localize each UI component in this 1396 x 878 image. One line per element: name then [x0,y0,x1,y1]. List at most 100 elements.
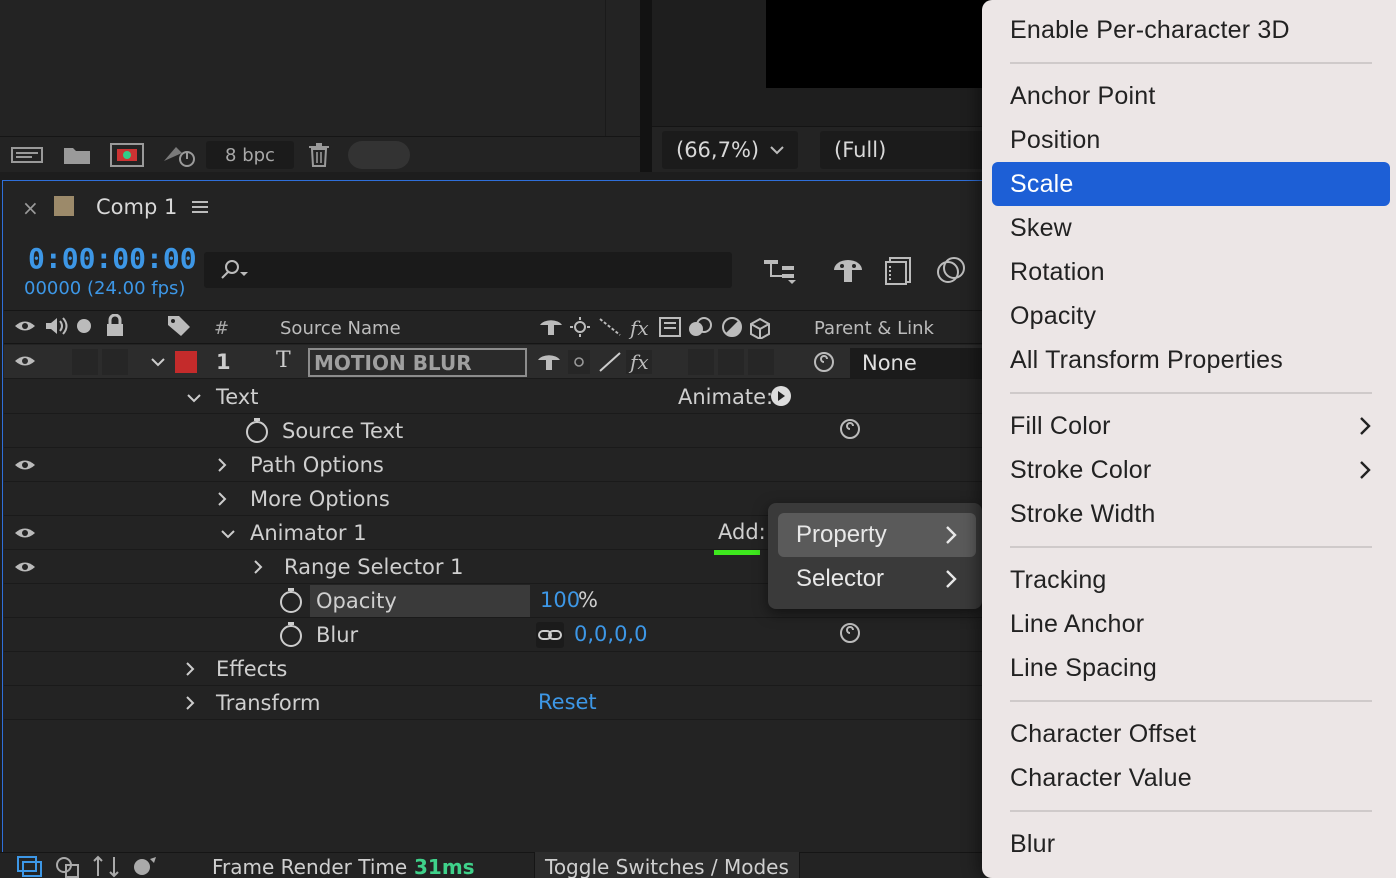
layer-switch-cell[interactable] [718,349,744,375]
menu-item-character-offset[interactable]: Character Offset [992,712,1390,756]
menu-item-fill-color[interactable]: Fill Color [992,404,1390,448]
visibility-eye-icon[interactable] [14,456,36,474]
property-row [4,686,994,720]
blur-value[interactable]: 0,0,0,0 [574,622,647,646]
range-selector-label[interactable]: Range Selector 1 [284,555,464,579]
transform-group-label[interactable]: Transform [216,691,320,715]
flowchart-toggle[interactable] [348,141,410,169]
constrain-link-icon[interactable] [536,622,564,648]
menu-item-enable-per-character-3d[interactable]: Enable Per-character 3D [992,8,1390,52]
effects-group-label[interactable]: Effects [216,657,287,681]
chevron-right-icon[interactable] [184,695,196,711]
layer-switch-cell[interactable] [688,349,714,375]
pick-whip-icon[interactable] [838,621,862,645]
menu-item-blur[interactable]: Blur [992,822,1390,866]
audio-speaker-icon[interactable] [44,315,68,337]
bit-depth-button[interactable]: 8 bpc [206,141,294,169]
transfer-controls-toggle-icon[interactable] [54,855,82,878]
comp-tab-title[interactable]: Comp 1 [96,195,177,219]
frame-blending-icon[interactable] [884,254,916,286]
opacity-value[interactable]: 100 [540,588,580,612]
blur-label[interactable]: Blur [316,623,358,647]
chevron-down-icon[interactable] [220,528,236,540]
close-tab-button[interactable]: × [22,196,39,220]
composition-canvas[interactable] [766,0,996,88]
label-tag-icon[interactable] [166,314,192,338]
parent-dropdown[interactable]: None [850,348,984,378]
layer-visibility-eye-icon[interactable] [14,352,36,370]
visibility-eye-icon[interactable] [14,558,36,576]
layer-switches-toggle-icon[interactable] [14,855,42,878]
add-label[interactable]: Add: [718,520,766,544]
chevron-right-icon[interactable] [216,491,228,507]
render-time-toggle-icon[interactable] [130,855,158,878]
layer-name-field[interactable]: MOTION BLUR [308,348,527,377]
column-source-name-header[interactable]: Source Name [280,318,401,339]
menu-item-skew[interactable]: Skew [992,206,1390,250]
shy-layers-icon[interactable] [830,256,866,286]
project-list-area[interactable] [0,0,606,136]
layer-switch-cell[interactable] [748,349,774,375]
stopwatch-icon[interactable] [244,417,270,443]
source-text-label[interactable]: Source Text [282,419,403,443]
frame-counter: 00000 (24.00 fps) [24,278,186,299]
menu-item-anchor-point[interactable]: Anchor Point [992,74,1390,118]
new-composition-icon[interactable] [108,141,146,169]
composition-mini-flowchart-icon[interactable] [762,256,800,286]
chevron-down-icon[interactable] [186,392,202,404]
chevron-right-icon[interactable] [184,661,196,677]
menu-item-all-transform-properties[interactable]: All Transform Properties [992,338,1390,382]
path-options-label[interactable]: Path Options [250,453,384,477]
interpret-footage-icon[interactable] [10,143,44,167]
new-folder-icon[interactable] [62,143,92,167]
current-time-display[interactable]: 0:00:00:00 [28,242,197,275]
menu-item-stroke-width[interactable]: Stroke Width [992,492,1390,536]
menu-item-line-spacing[interactable]: Line Spacing [992,646,1390,690]
lock-icon[interactable] [104,314,126,338]
layer-solo-switch[interactable] [72,349,98,375]
animator-label[interactable]: Animator 1 [250,521,367,545]
column-number-header[interactable]: # [214,318,229,339]
text-group-label[interactable]: Text [216,385,258,409]
magnification-dropdown[interactable]: (66,7%) [662,131,798,169]
menu-item-scale[interactable]: Scale [992,162,1390,206]
resolution-dropdown[interactable]: (Full) [820,131,996,169]
panel-menu-icon[interactable] [190,198,210,216]
chevron-down-icon[interactable] [150,356,166,368]
menu-item-position[interactable]: Position [992,118,1390,162]
in-out-toggle-icon[interactable] [92,855,120,878]
layer-search-input[interactable] [204,252,732,288]
column-parent-link-header[interactable]: Parent & Link [814,318,934,339]
animate-play-icon[interactable] [770,385,792,407]
chevron-right-icon[interactable] [252,559,264,575]
panel-divider[interactable] [640,0,652,172]
toggle-switches-modes-button[interactable]: Toggle Switches / Modes [534,852,800,878]
submenu-item-property[interactable]: Property [778,513,976,557]
layer-lock-switch[interactable] [102,349,128,375]
submenu-item-selector[interactable]: Selector [778,557,976,601]
opacity-name-cell[interactable]: Opacity [310,585,530,617]
stopwatch-icon[interactable] [278,587,304,613]
solo-dot-icon[interactable] [77,319,91,333]
video-eye-icon[interactable] [14,317,36,335]
menu-item-tracking[interactable]: Tracking [992,558,1390,602]
transform-reset-link[interactable]: Reset [538,690,597,714]
chevron-right-icon[interactable] [216,457,228,473]
menu-item-line-anchor[interactable]: Line Anchor [992,602,1390,646]
stopwatch-icon[interactable] [278,621,304,647]
render-queue-icon[interactable] [160,141,198,169]
menu-item-label: Blur [1010,829,1056,858]
pick-whip-icon[interactable] [838,417,862,441]
menu-item-character-value[interactable]: Character Value [992,756,1390,800]
motion-blur-icon[interactable] [934,254,970,286]
layer-switch-icons[interactable]: fx [536,349,654,375]
menu-item-rotation[interactable]: Rotation [992,250,1390,294]
visibility-eye-icon[interactable] [14,524,36,542]
pick-whip-icon[interactable] [812,350,836,374]
more-options-label[interactable]: More Options [250,487,390,511]
trash-icon[interactable] [306,141,332,169]
chevron-right-icon [944,568,958,590]
menu-item-opacity[interactable]: Opacity [992,294,1390,338]
layer-label-color[interactable] [175,351,197,373]
menu-item-stroke-color[interactable]: Stroke Color [992,448,1390,492]
